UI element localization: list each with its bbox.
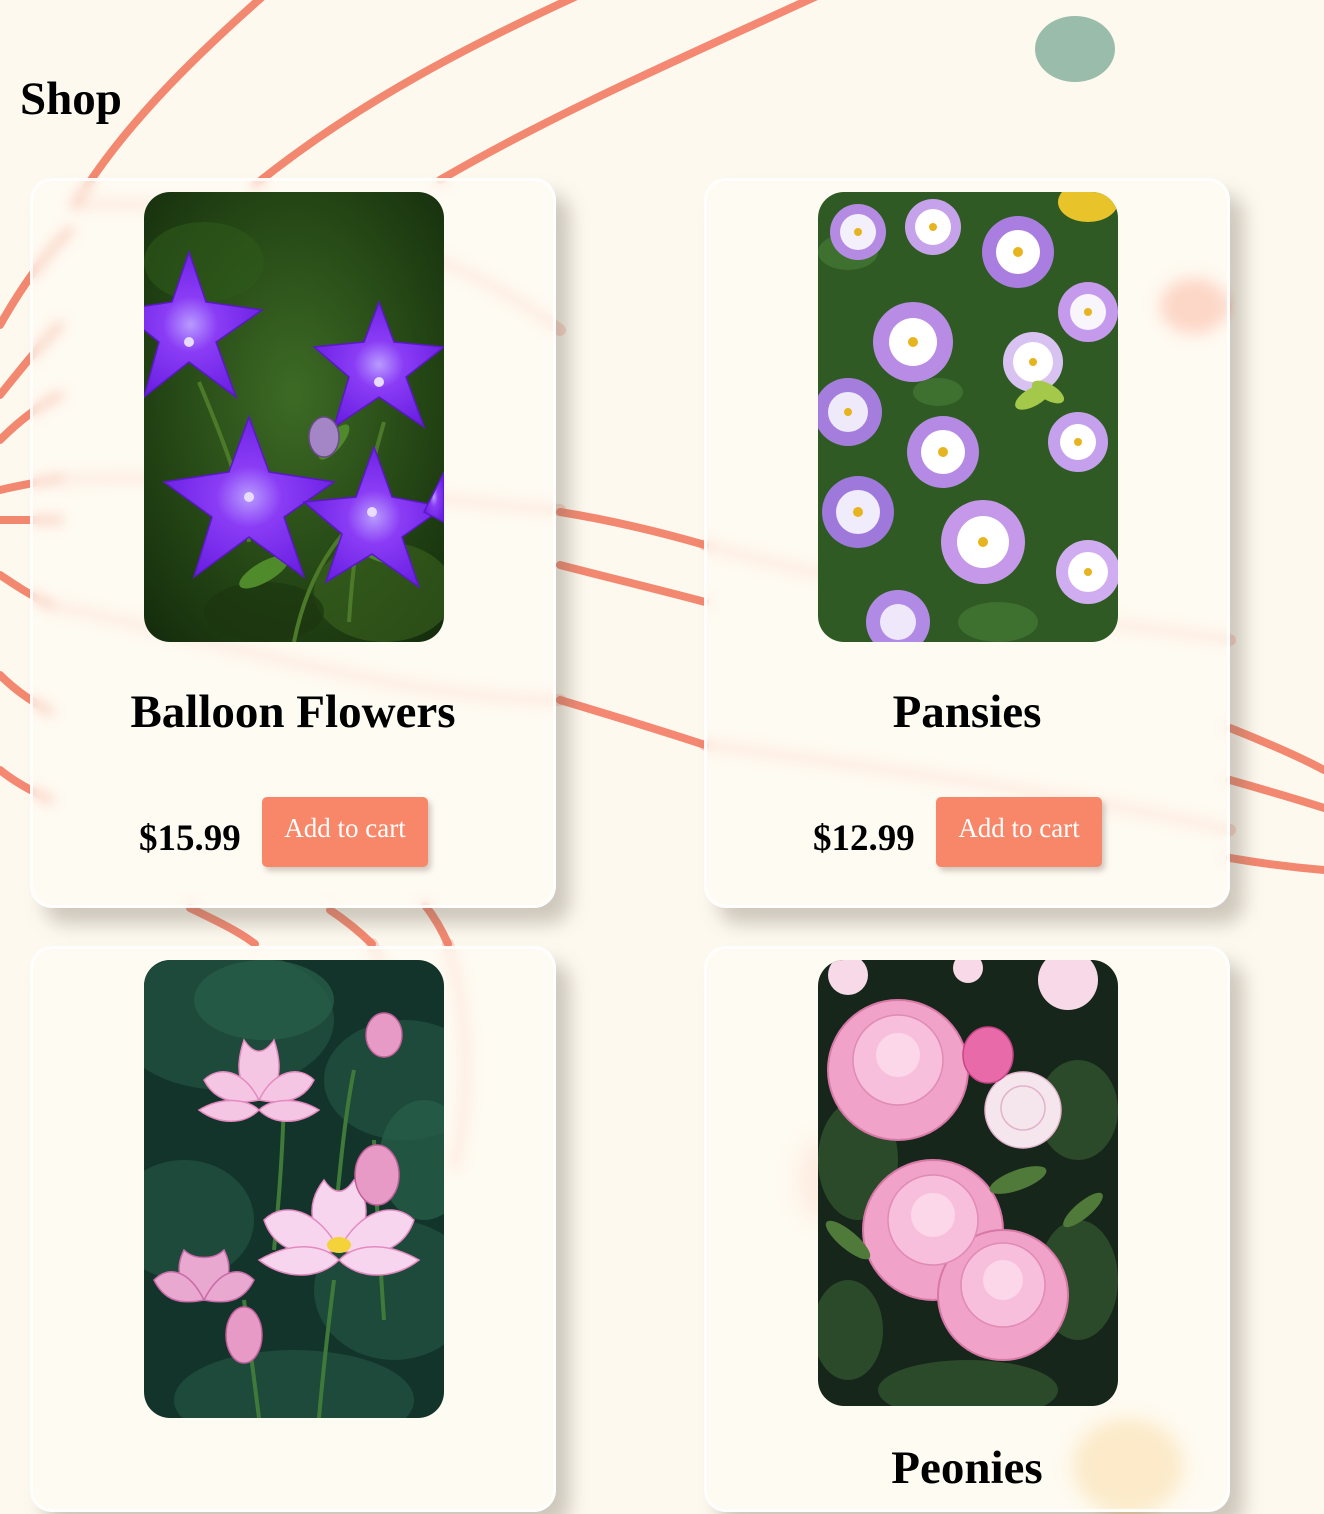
product-name: Pansies (892, 686, 1042, 738)
add-to-cart-button[interactable]: Add to cart (262, 797, 428, 867)
pansies-photo[interactable] (818, 192, 1118, 642)
product-card-pansies: Pansies $12.99 Add to cart (704, 178, 1230, 908)
product-name: Peonies (891, 1442, 1043, 1494)
product-name: Balloon Flowers (130, 686, 456, 738)
peonies-photo[interactable] (818, 960, 1118, 1406)
green-blob (1035, 16, 1115, 82)
product-price: $15.99 (139, 818, 241, 859)
product-price: $12.99 (813, 818, 915, 859)
add-to-cart-button[interactable]: Add to cart (936, 797, 1102, 867)
page-title: Shop (20, 73, 122, 125)
balloon-flowers-photo[interactable] (144, 192, 444, 642)
product-card-balloon-flowers: Balloon Flowers $15.99 Add to cart (30, 178, 556, 908)
lotus-photo[interactable] (144, 960, 444, 1418)
product-card-lotus (30, 946, 556, 1512)
product-card-peonies: Peonies (704, 946, 1230, 1512)
